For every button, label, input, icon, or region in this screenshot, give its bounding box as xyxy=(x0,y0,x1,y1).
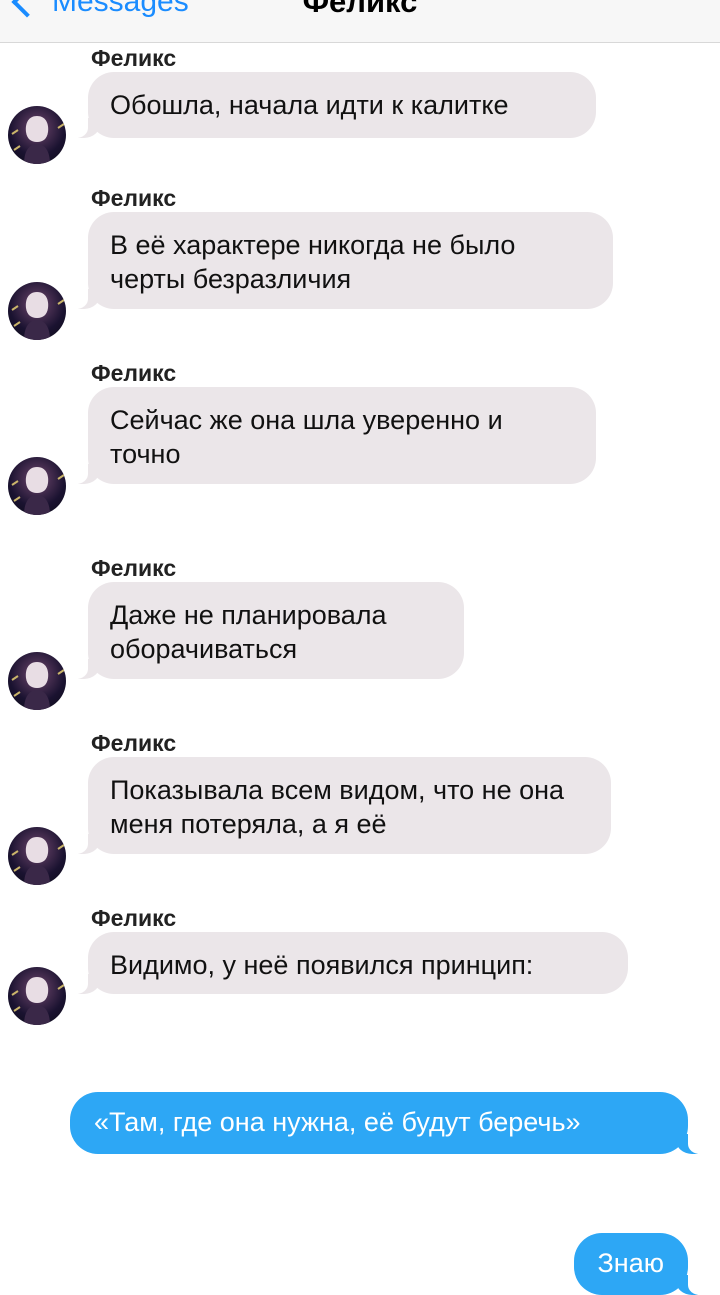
sender-name: Феликс xyxy=(91,45,177,71)
message-text: Показывала всем видом, что не она меня п… xyxy=(110,775,565,839)
nav-bar: Messages Феликс xyxy=(0,0,720,43)
avatar[interactable] xyxy=(8,967,66,1025)
avatar-image xyxy=(11,467,65,515)
message-text: Обошла, начала идти к калитке xyxy=(110,90,509,120)
incoming-message[interactable]: Показывала всем видом, что не она меня п… xyxy=(68,757,611,854)
avatar[interactable] xyxy=(8,827,66,885)
sender-name: Феликс xyxy=(91,905,177,931)
avatar-image xyxy=(11,292,65,340)
message-text: Сейчас же она шла уверенно и точно xyxy=(110,405,503,469)
incoming-message[interactable]: Видимо, у неё появился принцип: xyxy=(68,932,628,994)
sender-name: Феликс xyxy=(91,185,177,211)
message-text: Видимо, у неё появился принцип: xyxy=(110,950,534,980)
message-text: Знаю xyxy=(597,1248,665,1278)
avatar[interactable] xyxy=(8,106,66,164)
outgoing-message[interactable]: «Там, где она нужна, её будут беречь» xyxy=(70,1092,708,1154)
avatar[interactable] xyxy=(8,457,66,515)
sender-name: Феликс xyxy=(91,360,177,386)
incoming-message[interactable]: Обошла, начала идти к калитке xyxy=(68,72,596,138)
avatar-image xyxy=(11,662,65,710)
sender-name: Феликс xyxy=(91,730,177,756)
message-text: «Там, где она нужна, её будут беречь» xyxy=(94,1107,581,1137)
avatar-image xyxy=(11,116,65,164)
avatar[interactable] xyxy=(8,652,66,710)
message-text: Даже не планировала оборачиваться xyxy=(110,600,387,664)
outgoing-message[interactable]: Знаю xyxy=(573,1233,708,1295)
avatar-image xyxy=(11,837,65,885)
incoming-message[interactable]: Даже не планировала оборачиваться xyxy=(68,582,464,679)
message-text: В её характере никогда не было черты без… xyxy=(110,230,516,294)
avatar[interactable] xyxy=(8,282,66,340)
incoming-message[interactable]: В её характере никогда не было черты без… xyxy=(68,212,613,309)
incoming-message[interactable]: Сейчас же она шла уверенно и точно xyxy=(68,387,596,484)
avatar-image xyxy=(11,977,65,1025)
chat-title: Феликс xyxy=(302,0,418,19)
sender-name: Феликс xyxy=(91,555,177,581)
